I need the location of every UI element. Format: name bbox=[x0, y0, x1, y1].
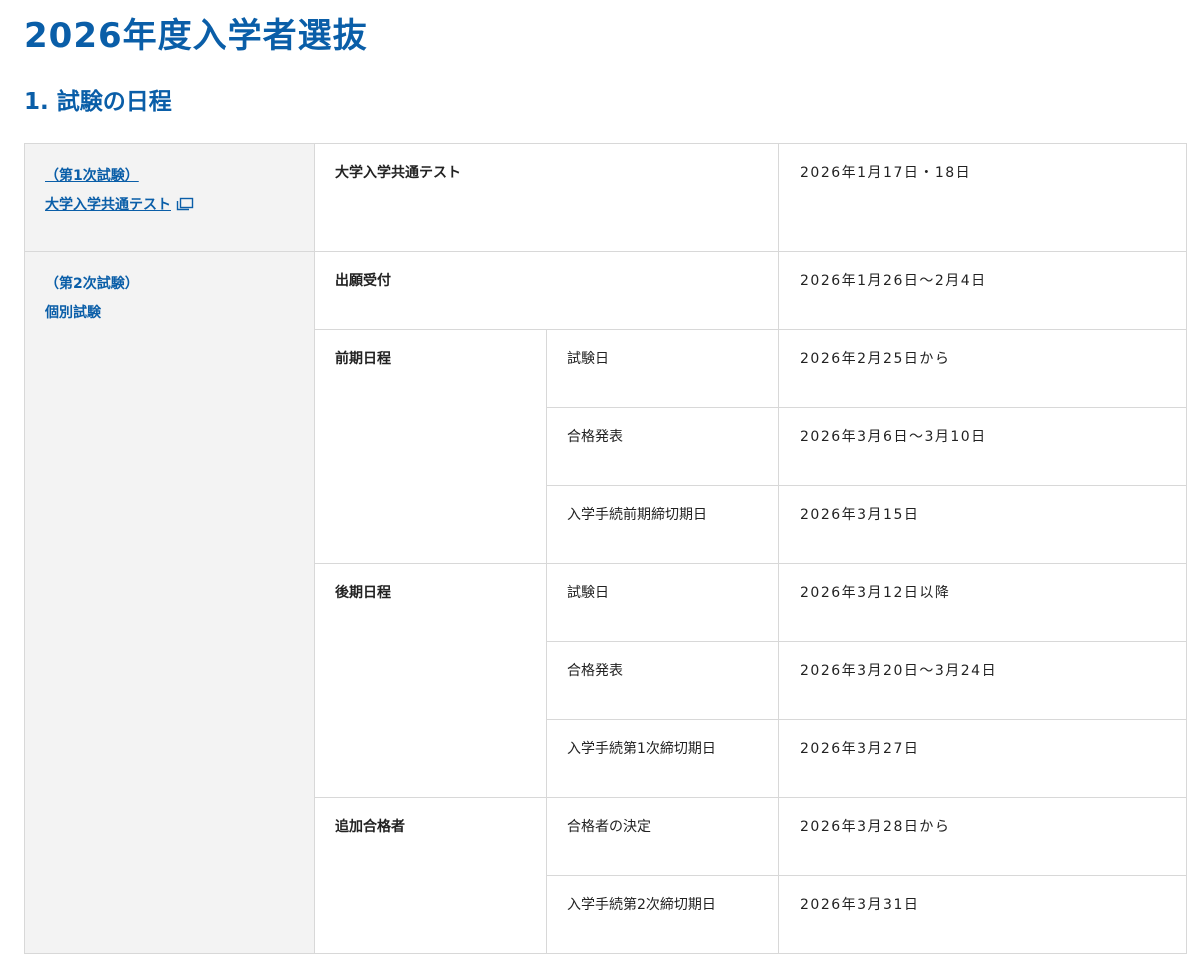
common-test-link-wrapper: 大学入学共通テスト bbox=[45, 191, 314, 222]
table-row: （第1次試験） 大学入学共通テスト 大学入学共通テスト 2026年1月17日・1… bbox=[24, 143, 1187, 252]
event-cell: 後期日程 bbox=[314, 563, 547, 798]
date-cell: 2026年3月15日 bbox=[778, 485, 1187, 564]
date-cell: 2026年3月20日～3月24日 bbox=[778, 641, 1187, 720]
item-cell: 試験日 bbox=[546, 329, 779, 408]
date-cell: 2026年3月28日から bbox=[778, 797, 1187, 876]
item-cell: 入学手続前期締切期日 bbox=[546, 485, 779, 564]
item-cell: 合格者の決定 bbox=[546, 797, 779, 876]
date-cell: 2026年3月12日以降 bbox=[778, 563, 1187, 642]
item-cell: 合格発表 bbox=[546, 641, 779, 720]
second-exam-label: （第2次試験） bbox=[45, 276, 139, 292]
item-cell: 入学手続第1次締切期日 bbox=[546, 719, 779, 798]
first-exam-group-cell: （第1次試験） 大学入学共通テスト bbox=[24, 143, 315, 252]
date-cell: 2026年1月17日・18日 bbox=[778, 143, 1187, 252]
table-row: （第2次試験） 個別試験 出願受付 2026年1月26日～2月4日 bbox=[24, 251, 1187, 954]
event-cell: 大学入学共通テスト bbox=[314, 143, 779, 252]
date-cell: 2026年3月31日 bbox=[778, 875, 1187, 954]
item-cell: 入学手続第2次締切期日 bbox=[546, 875, 779, 954]
page-title: 2026年度入学者選抜 bbox=[24, 16, 368, 56]
event-cell: 前期日程 bbox=[314, 329, 547, 564]
schedule-table: （第1次試験） 大学入学共通テスト 大学入学共通テスト 2026年1月17日・1… bbox=[24, 143, 1187, 954]
first-exam-label-link[interactable]: （第1次試験） bbox=[45, 162, 314, 191]
date-cell: 2026年3月6日～3月10日 bbox=[778, 407, 1187, 486]
item-cell: 試験日 bbox=[546, 563, 779, 642]
item-cell: 合格発表 bbox=[546, 407, 779, 486]
section-title: 1. 試験の日程 bbox=[24, 89, 172, 115]
second-exam-group-cell: （第2次試験） 個別試験 bbox=[24, 251, 315, 954]
event-cell: 追加合格者 bbox=[314, 797, 547, 954]
individual-exam-label: 個別試験 bbox=[45, 305, 101, 321]
external-window-icon bbox=[176, 193, 194, 222]
event-cell: 出願受付 bbox=[314, 251, 779, 330]
date-cell: 2026年3月27日 bbox=[778, 719, 1187, 798]
date-cell: 2026年2月25日から bbox=[778, 329, 1187, 408]
common-test-link[interactable]: 大学入学共通テスト bbox=[45, 197, 171, 213]
date-cell: 2026年1月26日～2月4日 bbox=[778, 251, 1187, 330]
